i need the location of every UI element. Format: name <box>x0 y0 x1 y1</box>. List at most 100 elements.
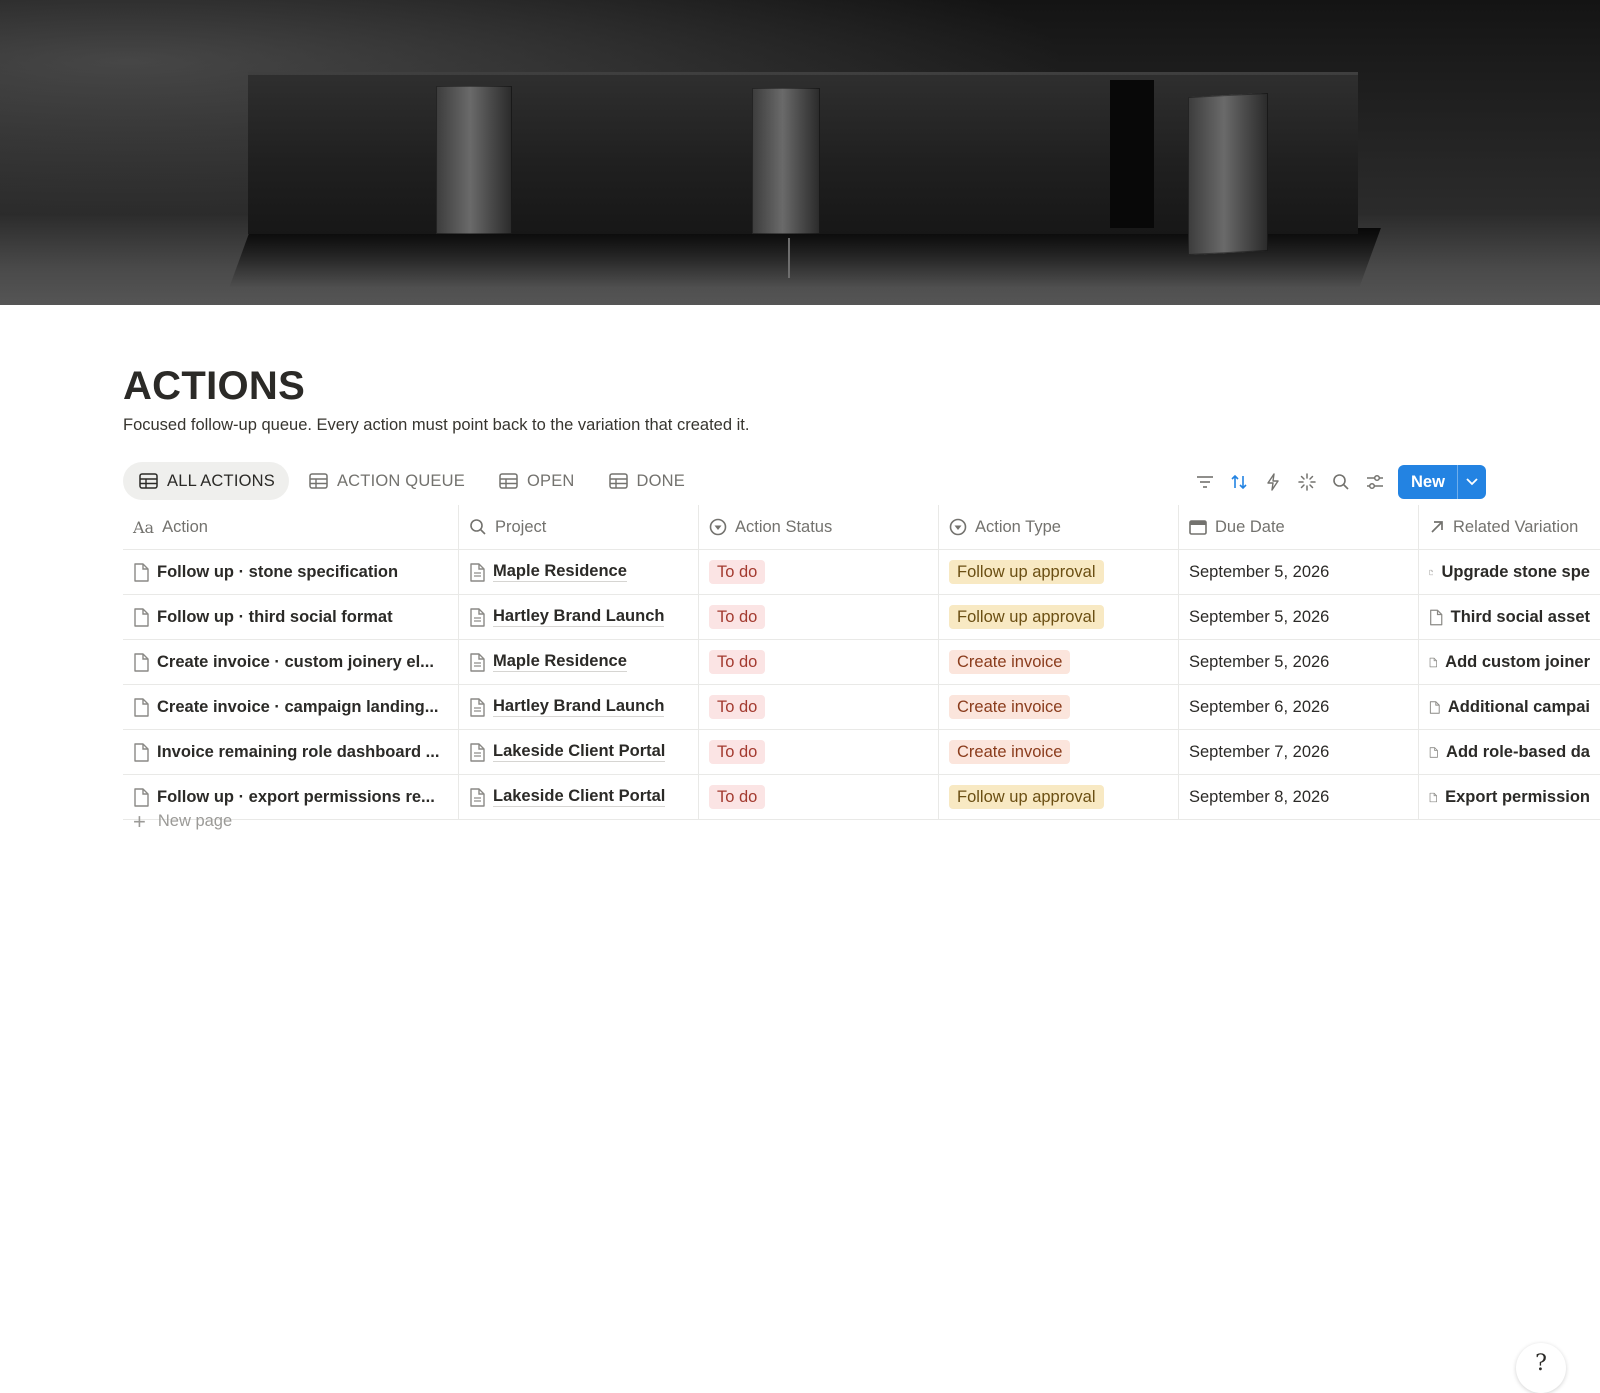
project-cell[interactable]: Hartley Brand Launch <box>459 595 699 639</box>
variation-link[interactable]: Add role-based da <box>1446 743 1590 762</box>
due-date-cell[interactable]: September 5, 2026 <box>1179 550 1419 594</box>
variation-cell[interactable]: Upgrade stone spe <box>1419 550 1600 594</box>
action-title[interactable]: Follow up · stone specification <box>157 563 398 582</box>
page-icon <box>470 652 485 672</box>
page-icon <box>134 787 149 807</box>
action-title[interactable]: Invoice remaining role dashboard ... <box>157 743 439 762</box>
status-cell[interactable]: To do <box>699 685 939 729</box>
table-row[interactable]: Invoice remaining role dashboard ... Lake… <box>123 730 1600 775</box>
due-date-cell[interactable]: September 5, 2026 <box>1179 640 1419 684</box>
sort-button[interactable] <box>1222 465 1256 499</box>
status-cell[interactable]: To do <box>699 550 939 594</box>
variation-link[interactable]: Upgrade stone spe <box>1441 563 1590 582</box>
table-row[interactable]: Follow up · export permissions re... Lake… <box>123 775 1600 820</box>
project-cell[interactable]: Maple Residence <box>459 550 699 594</box>
page-icon <box>134 562 149 582</box>
action-cell[interactable]: Invoice remaining role dashboard ... <box>123 730 459 774</box>
tab-action-queue[interactable]: ACTION QUEUE <box>293 462 479 500</box>
status-cell[interactable]: To do <box>699 595 939 639</box>
due-date-cell[interactable]: September 5, 2026 <box>1179 595 1419 639</box>
new-button[interactable]: New <box>1398 465 1457 499</box>
type-cell[interactable]: Create invoice <box>939 640 1179 684</box>
due-date: September 5, 2026 <box>1189 607 1330 626</box>
type-cell[interactable]: Follow up approval <box>939 595 1179 639</box>
action-title[interactable]: Follow up · export permissions re... <box>157 788 435 807</box>
type-cell[interactable]: Follow up approval <box>939 550 1179 594</box>
tab-all-actions[interactable]: ALL ACTIONS <box>123 462 289 500</box>
column-header-related-variation[interactable]: Related Variation <box>1419 505 1600 549</box>
type-cell[interactable]: Follow up approval <box>939 775 1179 819</box>
project-link[interactable]: Maple Residence <box>493 652 627 672</box>
new-dropdown-button[interactable] <box>1456 465 1486 499</box>
page-icon <box>1429 657 1438 667</box>
status-cell[interactable]: To do <box>699 775 939 819</box>
tab-done[interactable]: DONE <box>593 462 699 500</box>
tab-label: ACTION QUEUE <box>336 471 465 490</box>
action-cell[interactable]: Follow up · stone specification <box>123 550 459 594</box>
action-cell[interactable]: Follow up · third social format <box>123 595 459 639</box>
column-header-type[interactable]: Action Type <box>939 505 1179 549</box>
table-row[interactable]: Follow up · third social format Hartley B… <box>123 595 1600 640</box>
project-link[interactable]: Hartley Brand Launch <box>493 607 665 627</box>
help-button[interactable]: ? <box>1516 1343 1566 1393</box>
type-badge: Follow up approval <box>949 785 1104 809</box>
project-link[interactable]: Lakeside Client Portal <box>493 742 666 762</box>
table-header: Aa Action Project Action Status Action T… <box>123 505 1600 550</box>
project-cell[interactable]: Lakeside Client Portal <box>459 730 699 774</box>
project-link[interactable]: Hartley Brand Launch <box>493 697 665 717</box>
ai-button[interactable] <box>1290 465 1324 499</box>
status-badge: To do <box>709 785 766 809</box>
project-cell[interactable]: Lakeside Client Portal <box>459 775 699 819</box>
project-cell[interactable]: Maple Residence <box>459 640 699 684</box>
variation-link[interactable]: Third social asset <box>1451 608 1590 627</box>
new-button-group: New <box>1398 465 1486 499</box>
action-title[interactable]: Create invoice · custom joinery el... <box>157 653 434 672</box>
action-cell[interactable]: Create invoice · custom joinery el... <box>123 640 459 684</box>
variation-cell[interactable]: Export permission <box>1419 775 1600 819</box>
filter-button[interactable] <box>1188 465 1222 499</box>
cover-seam <box>788 238 790 278</box>
project-cell[interactable]: Hartley Brand Launch <box>459 685 699 729</box>
due-date-cell[interactable]: September 6, 2026 <box>1179 685 1419 729</box>
due-date: September 7, 2026 <box>1189 742 1330 761</box>
search-button[interactable] <box>1324 465 1358 499</box>
variation-cell[interactable]: Third social asset <box>1419 595 1600 639</box>
variation-cell[interactable]: Additional campai <box>1419 685 1600 729</box>
due-date-cell[interactable]: September 7, 2026 <box>1179 730 1419 774</box>
column-header-status[interactable]: Action Status <box>699 505 939 549</box>
type-cell[interactable]: Create invoice <box>939 730 1179 774</box>
page-title: ACTIONS <box>123 364 306 408</box>
new-page-button[interactable]: + New page <box>133 810 232 832</box>
status-icon <box>709 518 727 536</box>
action-title[interactable]: Follow up · third social format <box>157 608 393 627</box>
table-icon <box>309 473 328 489</box>
table-icon <box>608 473 628 489</box>
table-row[interactable]: Follow up · stone specification Maple Res… <box>123 550 1600 595</box>
table-row[interactable]: Create invoice · campaign landing... Hart… <box>123 685 1600 730</box>
view-settings-button[interactable] <box>1358 465 1392 499</box>
status-cell[interactable]: To do <box>699 730 939 774</box>
column-header-project[interactable]: Project <box>459 505 699 549</box>
variation-link[interactable]: Add custom joiner <box>1445 653 1590 672</box>
automation-button[interactable] <box>1256 465 1290 499</box>
table-row[interactable]: Create invoice · custom joinery el... Map… <box>123 640 1600 685</box>
view-tabs: ALL ACTIONS ACTION QUEUE OPEN DONE <box>123 462 699 500</box>
type-cell[interactable]: Create invoice <box>939 685 1179 729</box>
due-date-cell[interactable]: September 8, 2026 <box>1179 775 1419 819</box>
automation-icon <box>1267 473 1279 491</box>
column-label: Related Variation <box>1453 517 1579 536</box>
project-link[interactable]: Maple Residence <box>493 562 627 582</box>
variation-link[interactable]: Export permission <box>1445 788 1590 807</box>
tab-open[interactable]: OPEN <box>483 462 589 500</box>
column-header-action[interactable]: Aa Action <box>123 505 459 549</box>
status-cell[interactable]: To do <box>699 640 939 684</box>
variation-cell[interactable]: Add role-based da <box>1419 730 1600 774</box>
column-header-due-date[interactable]: Due Date <box>1179 505 1419 549</box>
project-link[interactable]: Lakeside Client Portal <box>493 787 666 807</box>
cover-gap <box>1110 80 1154 228</box>
variation-cell[interactable]: Add custom joiner <box>1419 640 1600 684</box>
variation-link[interactable]: Additional campai <box>1448 698 1590 717</box>
type-badge: Create invoice <box>949 695 1071 719</box>
action-cell[interactable]: Create invoice · campaign landing... <box>123 685 459 729</box>
action-title[interactable]: Create invoice · campaign landing... <box>157 698 438 717</box>
